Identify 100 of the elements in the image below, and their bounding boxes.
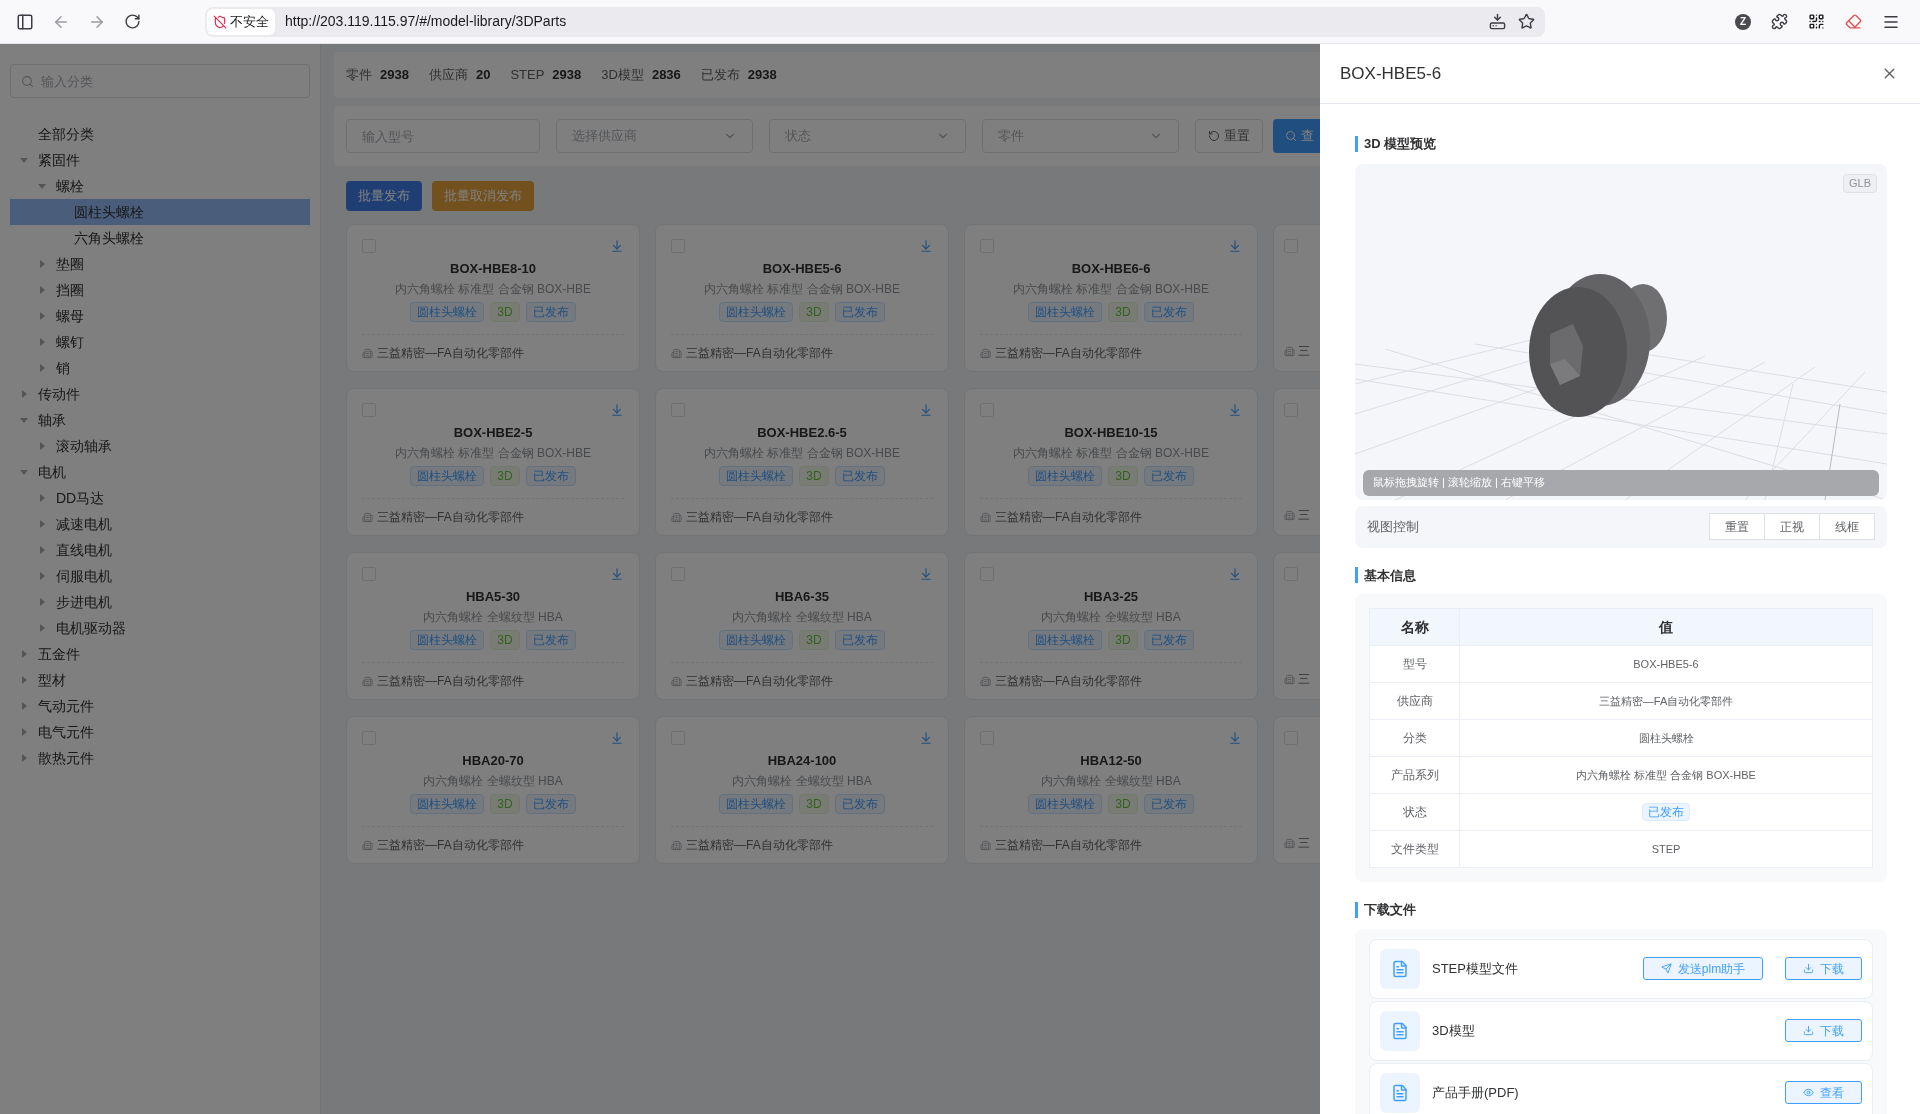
caret-icon[interactable]	[38, 338, 46, 346]
caret-icon[interactable]	[38, 624, 46, 632]
tree-item[interactable]: 滚动轴承	[10, 433, 310, 459]
tag: 圆柱头螺栓	[719, 466, 794, 486]
table-cell: 状态	[1369, 793, 1460, 831]
caret-icon[interactable]	[38, 520, 46, 528]
view-button[interactable]: 线框	[1819, 513, 1875, 540]
caret-icon[interactable]	[20, 676, 28, 684]
tree-item[interactable]: 螺栓	[10, 173, 310, 199]
caret-icon[interactable]	[38, 182, 46, 190]
search-icon	[21, 75, 34, 88]
download-icon[interactable]	[610, 731, 624, 745]
tree-item[interactable]: 圆柱头螺栓	[10, 199, 310, 225]
caret-icon[interactable]	[38, 364, 46, 372]
tree-item[interactable]: 气动元件	[10, 693, 310, 719]
reset-button[interactable]: 重置	[1195, 119, 1263, 153]
tree-item[interactable]: 全部分类	[10, 121, 310, 147]
caret-icon[interactable]	[38, 494, 46, 502]
download-icon[interactable]	[919, 731, 933, 745]
download-icon[interactable]	[919, 567, 933, 581]
product-card[interactable]: 三	[1273, 716, 1320, 864]
tag: 3D	[1108, 466, 1138, 486]
caret-icon[interactable]	[20, 650, 28, 658]
view-button[interactable]: 重置	[1709, 513, 1765, 540]
download-icon[interactable]	[1228, 403, 1242, 417]
caret-icon[interactable]	[20, 390, 28, 398]
install-icon[interactable]	[1489, 13, 1506, 30]
product-card[interactable]: 三	[1273, 552, 1320, 700]
caret-icon[interactable]	[38, 312, 46, 320]
bookmark-star-icon[interactable]	[1518, 13, 1535, 30]
supplier-text: 三	[1298, 343, 1310, 360]
tag: 已发布	[525, 630, 576, 650]
caret-icon[interactable]	[38, 572, 46, 580]
supplier-text: 三益精密—FA自动化零部件	[995, 345, 1142, 362]
address-bar[interactable]: 不安全 http://203.119.115.97/#/model-library/3DParts	[205, 6, 1545, 37]
tree-item[interactable]: 五金件	[10, 641, 310, 667]
tree-item[interactable]: 减速电机	[10, 511, 310, 537]
download-icon[interactable]	[610, 239, 624, 253]
caret-icon[interactable]	[20, 156, 28, 164]
tree-item[interactable]: 型材	[10, 667, 310, 693]
tree-item[interactable]: 直线电机	[10, 537, 310, 563]
tree-item[interactable]: DD马达	[10, 485, 310, 511]
download-icon[interactable]	[1228, 567, 1242, 581]
download-button[interactable]: 下载	[1785, 1019, 1862, 1042]
product-card[interactable]: 三	[1273, 224, 1320, 372]
building-icon	[362, 511, 373, 523]
tree-item[interactable]: 传动件	[10, 381, 310, 407]
tree-item[interactable]: 轴承	[10, 407, 310, 433]
caret-icon[interactable]	[20, 702, 28, 710]
tree-item[interactable]: 伺服电机	[10, 563, 310, 589]
tree-item[interactable]: 散热元件	[10, 745, 310, 771]
extensions-icon[interactable]	[1771, 13, 1788, 30]
tree-item[interactable]: 紧固件	[10, 147, 310, 173]
caret-icon[interactable]	[20, 754, 28, 762]
table-cell: 分类	[1369, 719, 1460, 757]
download-icon[interactable]	[919, 239, 933, 253]
caret-icon[interactable]	[38, 260, 46, 268]
card-title: BOX-HBE8-10	[449, 260, 537, 278]
card-title: HBA20-70	[461, 752, 525, 770]
caret-icon[interactable]	[38, 598, 46, 606]
tree-item[interactable]: 电气元件	[10, 719, 310, 745]
batch-button[interactable]: 批量发布	[346, 181, 422, 211]
tree-item[interactable]: 销	[10, 355, 310, 381]
send-button[interactable]: 发送plm助手	[1643, 957, 1763, 980]
eraser-icon[interactable]	[1845, 13, 1862, 30]
download-icon[interactable]	[610, 567, 624, 581]
tag: 已发布	[1143, 302, 1194, 322]
view-button[interactable]: 查看	[1785, 1081, 1862, 1104]
caret-icon[interactable]	[38, 286, 46, 294]
document-icon	[1391, 959, 1409, 978]
tag: 圆柱头螺栓	[410, 466, 485, 486]
tree-item[interactable]: 六角头螺栓	[10, 225, 310, 251]
tree-item[interactable]: 挡圈	[10, 277, 310, 303]
profile-avatar[interactable]: Z	[1735, 13, 1751, 30]
download-icon[interactable]	[1228, 239, 1242, 253]
reload-icon[interactable]	[124, 13, 141, 30]
model-viewer[interactable]: GLB 鼠标拖拽旋转 | 滚轮缩放 | 右键平移	[1355, 163, 1887, 500]
caret-icon[interactable]	[20, 416, 28, 424]
view-button[interactable]: 正视	[1764, 513, 1820, 540]
download-button[interactable]: 下载	[1785, 957, 1862, 980]
download-icon[interactable]	[919, 403, 933, 417]
caret-icon[interactable]	[38, 546, 46, 554]
tree-item[interactable]: 垫圈	[10, 251, 310, 277]
download-icon[interactable]	[1228, 731, 1242, 745]
product-card[interactable]: 三	[1273, 388, 1320, 536]
table-cell: 产品系列	[1369, 756, 1460, 794]
caret-icon[interactable]	[20, 468, 28, 476]
tree-item[interactable]: 电机驱动器	[10, 615, 310, 641]
sidebar-toggle-icon[interactable]	[16, 12, 34, 31]
tag: 圆柱头螺栓	[410, 794, 485, 814]
caret-icon[interactable]	[38, 442, 46, 450]
tree-item[interactable]: 电机	[10, 459, 310, 485]
download-icon[interactable]	[610, 403, 624, 417]
tree-item[interactable]: 步进电机	[10, 589, 310, 615]
caret-icon[interactable]	[20, 728, 28, 736]
qr-code-icon[interactable]	[1808, 13, 1825, 30]
table-cell: 三益精密—FA自动化零部件	[1459, 682, 1873, 720]
tree-item[interactable]: 螺钉	[10, 329, 310, 355]
tree-item[interactable]: 螺母	[10, 303, 310, 329]
security-indicator[interactable]: 不安全	[207, 8, 275, 35]
